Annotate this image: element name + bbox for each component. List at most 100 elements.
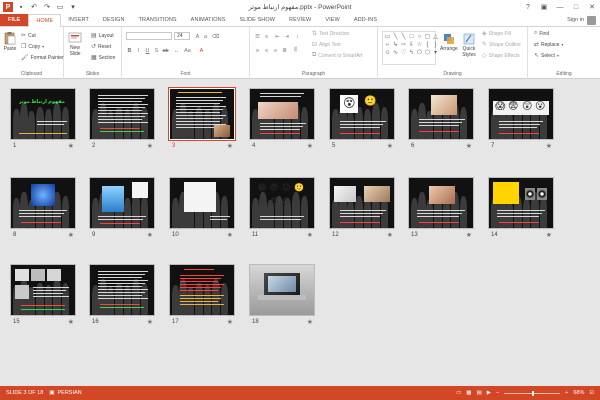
slide-preview[interactable] bbox=[250, 89, 314, 139]
customize-qat-icon[interactable]: ▾ bbox=[68, 2, 78, 12]
slide-thumbnail[interactable]: 12 ★ bbox=[330, 178, 394, 239]
animation-star-icon[interactable]: ★ bbox=[546, 142, 552, 150]
align-left-icon[interactable]: ≡ bbox=[254, 47, 261, 54]
line-shape-icon[interactable]: ╲ bbox=[392, 33, 399, 40]
slide-preview[interactable] bbox=[90, 265, 154, 315]
align-right-icon[interactable]: ≡ bbox=[272, 47, 279, 54]
change-case-icon[interactable]: Aa bbox=[184, 47, 191, 54]
reset-button[interactable]: ↺ Reset bbox=[91, 43, 111, 51]
animation-star-icon[interactable]: ★ bbox=[227, 231, 233, 239]
slide-thumbnail[interactable]: 3 ★ bbox=[170, 89, 234, 150]
powerpoint-app-icon[interactable]: P bbox=[3, 2, 13, 12]
zoom-slider[interactable] bbox=[504, 390, 561, 396]
minimize-icon[interactable]: — bbox=[552, 0, 568, 14]
animation-star-icon[interactable]: ★ bbox=[147, 142, 153, 150]
rounded-rect-shape-icon[interactable]: ▢ bbox=[424, 33, 431, 40]
star-shape-icon[interactable]: ✩ bbox=[384, 49, 391, 56]
slide-thumbnail[interactable]: 8 ★ bbox=[11, 178, 75, 239]
text-box-shape-icon[interactable]: ▭ bbox=[384, 33, 391, 40]
italic-icon[interactable]: I bbox=[135, 47, 142, 54]
animation-star-icon[interactable]: ★ bbox=[546, 231, 552, 239]
strikethrough-icon[interactable]: ab bbox=[162, 47, 169, 54]
slide-preview[interactable] bbox=[170, 89, 234, 139]
animation-star-icon[interactable]: ★ bbox=[307, 231, 313, 239]
redo-icon[interactable]: ↷ bbox=[42, 2, 52, 12]
align-text-button[interactable]: ⊟ Align Text bbox=[312, 41, 341, 49]
brace-shape-icon[interactable]: } bbox=[432, 41, 439, 48]
animation-star-icon[interactable]: ★ bbox=[466, 142, 472, 150]
slide-thumbnail[interactable]: 9 ★ bbox=[90, 178, 154, 239]
slide-preview[interactable] bbox=[170, 265, 234, 315]
slide-preview[interactable] bbox=[250, 265, 314, 315]
new-slide-button[interactable]: New Slide bbox=[68, 31, 82, 57]
avatar[interactable] bbox=[587, 15, 596, 25]
zoom-slider-thumb[interactable] bbox=[532, 390, 535, 396]
slide-thumbnail[interactable]: 😵 🙂 5 ★ bbox=[330, 89, 394, 150]
slide-preview[interactable] bbox=[409, 178, 473, 228]
slideshow-view-icon[interactable]: ▶ bbox=[487, 390, 491, 396]
align-center-icon[interactable]: ≡ bbox=[263, 47, 270, 54]
sign-in-link[interactable]: Sign in bbox=[567, 17, 584, 23]
tab-transitions[interactable]: TRANSITIONS bbox=[132, 14, 184, 26]
connector-shape-icon[interactable]: ↳ bbox=[392, 41, 399, 48]
slide-thumbnail[interactable]: 13 ★ bbox=[409, 178, 473, 239]
zoom-level[interactable]: 68% bbox=[573, 390, 584, 396]
justify-icon[interactable]: ≣ bbox=[281, 47, 288, 54]
maximize-icon[interactable]: □ bbox=[568, 0, 584, 14]
slide-thumbnail[interactable]: 18 ★ bbox=[250, 265, 314, 326]
animation-star-icon[interactable]: ★ bbox=[227, 318, 233, 326]
animation-star-icon[interactable]: ★ bbox=[147, 318, 153, 326]
quick-styles-button[interactable]: Quick Styles bbox=[462, 32, 476, 58]
arrow-down-shape-icon[interactable]: ⇩ bbox=[408, 41, 415, 48]
animation-star-icon[interactable]: ★ bbox=[466, 231, 472, 239]
font-color-icon[interactable]: A bbox=[198, 47, 205, 54]
reading-view-icon[interactable]: ▤ bbox=[477, 390, 482, 396]
slide-preview[interactable]: 😱 😨 😲 😮 bbox=[489, 89, 553, 139]
lightning-shape-icon[interactable]: ϟ bbox=[408, 49, 415, 56]
hexagon-shape-icon[interactable]: ⬡ bbox=[424, 49, 431, 56]
slide-preview[interactable] bbox=[90, 89, 154, 139]
tab-home[interactable]: HOME bbox=[28, 14, 62, 27]
slide-thumbnail[interactable]: 😱 😨 😲 😮 7 ★ bbox=[489, 89, 553, 150]
help-icon[interactable]: ? bbox=[520, 0, 536, 14]
heart-shape-icon[interactable]: ♡ bbox=[400, 49, 407, 56]
slide-thumbnail[interactable]: 16 ★ bbox=[90, 265, 154, 326]
character-spacing-icon[interactable]: ↔ bbox=[173, 47, 180, 54]
slide-thumbnail[interactable]: 2 ★ bbox=[90, 89, 154, 150]
animation-star-icon[interactable]: ★ bbox=[147, 231, 153, 239]
numbering-icon[interactable]: ≡ bbox=[263, 33, 270, 40]
slide-sorter-view-icon[interactable]: ▦ bbox=[466, 390, 471, 396]
decrease-indent-icon[interactable]: ⇤ bbox=[274, 33, 281, 40]
format-painter-button[interactable]: 🖌 Format Painter bbox=[21, 54, 64, 62]
slide-preview[interactable] bbox=[11, 178, 75, 228]
font-size-field[interactable]: 24 bbox=[174, 32, 190, 40]
normal-view-icon[interactable]: ▭ bbox=[456, 390, 461, 396]
section-button[interactable]: ▦ Section bbox=[91, 54, 115, 62]
paste-button[interactable]: Paste bbox=[3, 31, 17, 52]
slide-preview[interactable] bbox=[170, 178, 234, 228]
increase-indent-icon[interactable]: ⇥ bbox=[283, 33, 290, 40]
shapes-gallery[interactable]: ▭ ╲ ╲ □ ○ ▢ △ ⌐ ↳ ⇨ ⇩ ☆ { } ✩ ∿ ♡ ϟ ⬠ ⬡ bbox=[382, 31, 439, 65]
pentagon-shape-icon[interactable]: ⬠ bbox=[416, 49, 423, 56]
tab-review[interactable]: REVIEW bbox=[282, 14, 318, 26]
line-shape-icon[interactable]: ⌐ bbox=[384, 41, 391, 48]
start-slideshow-icon[interactable]: ▭ bbox=[55, 2, 65, 12]
ribbon-display-options-icon[interactable]: ▣ bbox=[536, 0, 552, 14]
fit-to-window-icon[interactable]: ⊡ bbox=[589, 390, 594, 396]
slide-preview[interactable] bbox=[489, 178, 553, 228]
bullets-icon[interactable]: ☰ bbox=[254, 33, 261, 40]
more-shapes-icon[interactable]: ▾ bbox=[432, 49, 439, 56]
slide-thumbnail[interactable]: 17 ★ bbox=[170, 265, 234, 326]
tab-view[interactable]: VIEW bbox=[318, 14, 346, 26]
shape-outline-button[interactable]: ✎ Shape Outline bbox=[482, 41, 521, 49]
zoom-out-button[interactable]: − bbox=[496, 390, 499, 396]
select-button[interactable]: ↖ Select ▾ bbox=[534, 52, 559, 60]
tab-insert[interactable]: INSERT bbox=[61, 14, 96, 26]
shadow-icon[interactable]: S bbox=[153, 47, 160, 54]
save-icon[interactable]: ▪ bbox=[16, 2, 26, 12]
animation-star-icon[interactable]: ★ bbox=[387, 142, 393, 150]
animation-star-icon[interactable]: ★ bbox=[307, 318, 313, 326]
line-shape-icon[interactable]: ╲ bbox=[400, 33, 407, 40]
animation-star-icon[interactable]: ★ bbox=[68, 231, 74, 239]
slide-thumbnail[interactable]: 6 ★ bbox=[409, 89, 473, 150]
